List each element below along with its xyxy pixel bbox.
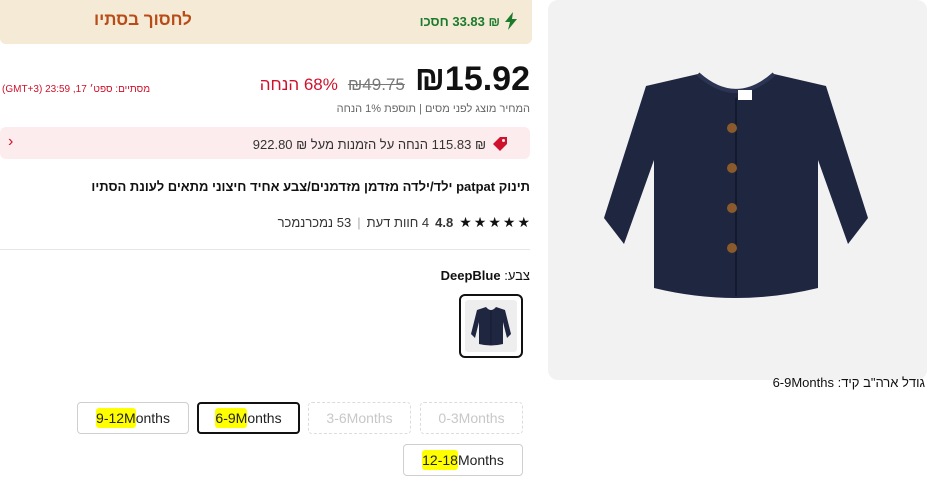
deal-label: לחסוך בסתיו bbox=[94, 10, 192, 29]
product-image[interactable] bbox=[548, 0, 927, 380]
review-count[interactable]: 4 חוות דעת bbox=[367, 215, 430, 230]
size-option-0-3[interactable]: 0-3Months bbox=[420, 402, 523, 434]
size-option-label: onths bbox=[247, 410, 282, 426]
price-row: ₪15.92 ₪49.75 68% הנחה bbox=[260, 60, 530, 99]
product-title: תינוק patpat ילד/ילדה מזדמן מזדמנים/צבע … bbox=[91, 179, 530, 194]
size-option-highlight: 12-18 bbox=[422, 450, 458, 470]
rating-row[interactable]: ★ ★ ★ ★ ★ 4.8 4 חוות דעת | 53 נמכרנמכר bbox=[278, 214, 530, 231]
promo-banner: ₪ 33.83 חסכו לחסוך בסתיו bbox=[0, 0, 532, 44]
size-option-3-6[interactable]: 3-6Months bbox=[308, 402, 411, 434]
separator: | bbox=[357, 215, 361, 230]
size-option-label: Months bbox=[457, 452, 504, 468]
tag-icon bbox=[493, 137, 507, 151]
lightning-icon bbox=[505, 12, 517, 30]
color-swatch-deepblue[interactable] bbox=[459, 294, 523, 358]
size-option-label: 0-3Months bbox=[438, 410, 505, 426]
coupon-bar[interactable]: ₪ 115.83 הנחה על הזמנות מעל ₪ 922.80 ‹ bbox=[0, 127, 530, 159]
cardigan-illustration bbox=[604, 72, 868, 298]
size-option-highlight: 6-9M bbox=[215, 408, 248, 428]
size-option-12-18[interactable]: 12-18 Months bbox=[403, 444, 523, 476]
sale-ends-text: מסתיים: ספט׳ 17, 23:59 (GMT+3) bbox=[2, 84, 151, 95]
size-option-9-12[interactable]: 9-12M onths bbox=[77, 402, 189, 434]
rating-value: 4.8 bbox=[435, 215, 454, 230]
star-rating-icons: ★ ★ ★ ★ ★ bbox=[459, 214, 530, 230]
tax-note: המחיר מוצג לפני מסים | תוספת 1% הנחה bbox=[336, 103, 530, 115]
chevron-left-icon: ‹ bbox=[8, 133, 14, 150]
cardigan-thumbnail bbox=[471, 307, 511, 346]
size-label: גודל ארה"ב קיד: 6-9Months bbox=[772, 375, 925, 390]
color-label: צבע: DeepBlue bbox=[441, 268, 530, 283]
size-option-highlight: 9-12M bbox=[96, 408, 136, 428]
current-price: ₪15.92 bbox=[414, 60, 530, 98]
size-option-6-9[interactable]: 6-9M onths bbox=[197, 402, 300, 434]
color-label-prefix: צבע: bbox=[504, 268, 530, 283]
savings-text: ₪ 33.83 חסכו bbox=[419, 13, 500, 29]
coupon-text: ₪ 115.83 הנחה על הזמנות מעל ₪ 922.80 bbox=[252, 136, 486, 152]
size-option-label: onths bbox=[135, 410, 170, 426]
sold-count: 53 נמכרנמכר bbox=[277, 215, 352, 230]
discount-percent: 68% הנחה bbox=[259, 75, 338, 94]
original-price: ₪49.75 bbox=[347, 75, 405, 94]
divider bbox=[0, 249, 530, 250]
size-option-label: 3-6Months bbox=[326, 410, 393, 426]
color-value: DeepBlue bbox=[440, 268, 501, 283]
savings-badge: ₪ 33.83 חסכו bbox=[420, 12, 518, 30]
